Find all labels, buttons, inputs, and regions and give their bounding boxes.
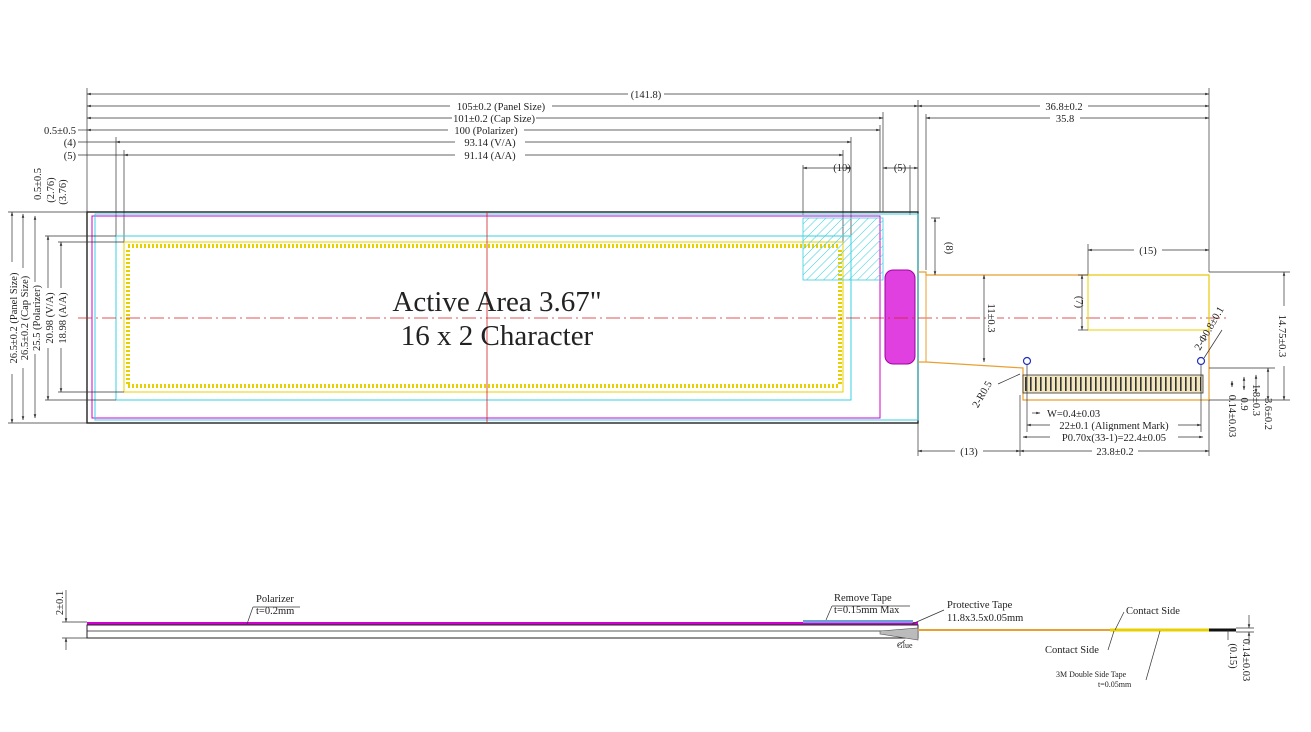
dim-cap-size: 101±0.2 (Cap Size) <box>453 114 535 125</box>
dim-w: W=0.4±0.03 <box>1047 409 1100 420</box>
side-glue-label: Glue <box>897 641 913 650</box>
dim-014: 0.14±0.03 <box>1226 395 1237 438</box>
left-dimensions: 26.5±0.2 (Panel Size) 26.5±0.2 (Cap Size… <box>8 168 124 424</box>
side-remove-tape <box>803 620 913 623</box>
title-line1: Active Area 3.67" <box>392 286 601 318</box>
alignment-hole-left <box>1022 356 1032 366</box>
dim-36: 3.6±0.2 <box>1262 398 1273 430</box>
dim-left-polarizer: 25.5 (Polarizer) <box>32 285 43 351</box>
dim-238: 23.8±0.2 <box>1096 447 1133 458</box>
dim-left-cap: 26.5±0.2 (Cap Size) <box>20 275 31 360</box>
dim-pitch: P0.70x(33-1)=22.4±0.05 <box>1062 433 1166 444</box>
dim-8: (8) <box>943 242 954 255</box>
dim-left-a: (3.76) <box>58 179 69 205</box>
side-remove-t: t=0.15mm Max <box>834 605 900 616</box>
dim-13: (13) <box>960 447 978 458</box>
dim-left-label-c: (5) <box>64 151 77 162</box>
dim-left-va: 20.98 (V/A) <box>45 292 56 344</box>
dim-va: 93.14 (V/A) <box>464 138 516 149</box>
side-protect-t: 11.8x3.5x0.05mm <box>947 613 1023 624</box>
dim-tail-inner: 35.8 <box>1056 114 1074 125</box>
dim-aa: 91.14 (A/A) <box>464 151 516 162</box>
dim-tail: 36.8±0.2 <box>1045 102 1082 113</box>
lcd-mechanical-drawing: (141.8) 105±0.2 (Panel Size) 101±0.2 (Ca… <box>8 88 1290 689</box>
side-remove-label: Remove Tape <box>834 593 892 604</box>
side-view: 2±0.1 Polarizer t=0.2mm Remove Tape t=0.… <box>55 590 1254 689</box>
side-t014: 0.14±0.03 <box>1240 639 1251 682</box>
dim-panel-size: 105±0.2 (Panel Size) <box>457 102 546 113</box>
dim-overall: (141.8) <box>631 90 662 101</box>
side-thickness: 2±0.1 <box>55 591 66 615</box>
dim-left-label-b: (4) <box>64 138 77 149</box>
dim-left-c: 0.5±0.5 <box>33 168 44 200</box>
title-line2: 16 x 2 Character <box>401 320 594 352</box>
flex-stiffener <box>1087 274 1210 331</box>
side-3m-t: t=0.05mm <box>1098 680 1132 689</box>
side-polarizer <box>87 622 918 625</box>
side-contact2: Contact Side <box>1045 645 1099 656</box>
dim-18: 1.8±0.3 <box>1250 384 1261 416</box>
dim-10: (10) <box>833 163 851 174</box>
dim-7: (7) <box>1073 296 1084 309</box>
dim-left-b: (2.76) <box>46 177 57 203</box>
top-dimensions: (141.8) 105±0.2 (Panel Size) 101±0.2 (Ca… <box>44 88 1210 275</box>
dim-11: 11±0.3 <box>985 304 996 333</box>
dim-r05: 2-R0.5 <box>971 379 995 410</box>
dim-15: (15) <box>1139 246 1157 257</box>
hatched-region <box>802 217 884 281</box>
connector-pad <box>884 269 916 365</box>
side-protect-label: Protective Tape <box>947 600 1013 611</box>
dim-left-aa: 18.98 (A/A) <box>58 292 69 344</box>
dim-09: 0.9 <box>1238 397 1249 410</box>
alignment-hole-right <box>1196 356 1206 366</box>
dim-left-panel: 26.5±0.2 (Panel Size) <box>9 272 20 363</box>
side-t015: (0.15) <box>1227 643 1238 669</box>
side-polarizer-label: Polarizer <box>256 594 294 605</box>
flex-tail: (8) 11±0.3 (7) 2-Φ0.8±0.1 2-R0.5 14.75±0… <box>918 217 1290 438</box>
dim-1475: 14.75±0.3 <box>1276 315 1287 358</box>
dim-hole: 2-Φ0.8±0.1 <box>1193 305 1227 352</box>
dim-alignment: 22±0.1 (Alignment Mark) <box>1059 421 1169 432</box>
dim-polarizer: 100 (Polarizer) <box>454 126 518 137</box>
dim-5-right: (5) <box>894 163 907 174</box>
side-contact1: Contact Side <box>1126 606 1180 617</box>
side-3m-label: 3M Double Side Tape <box>1056 670 1127 679</box>
dim-left-label-a: 0.5±0.5 <box>44 126 76 137</box>
side-polarizer-t: t=0.2mm <box>256 606 294 617</box>
